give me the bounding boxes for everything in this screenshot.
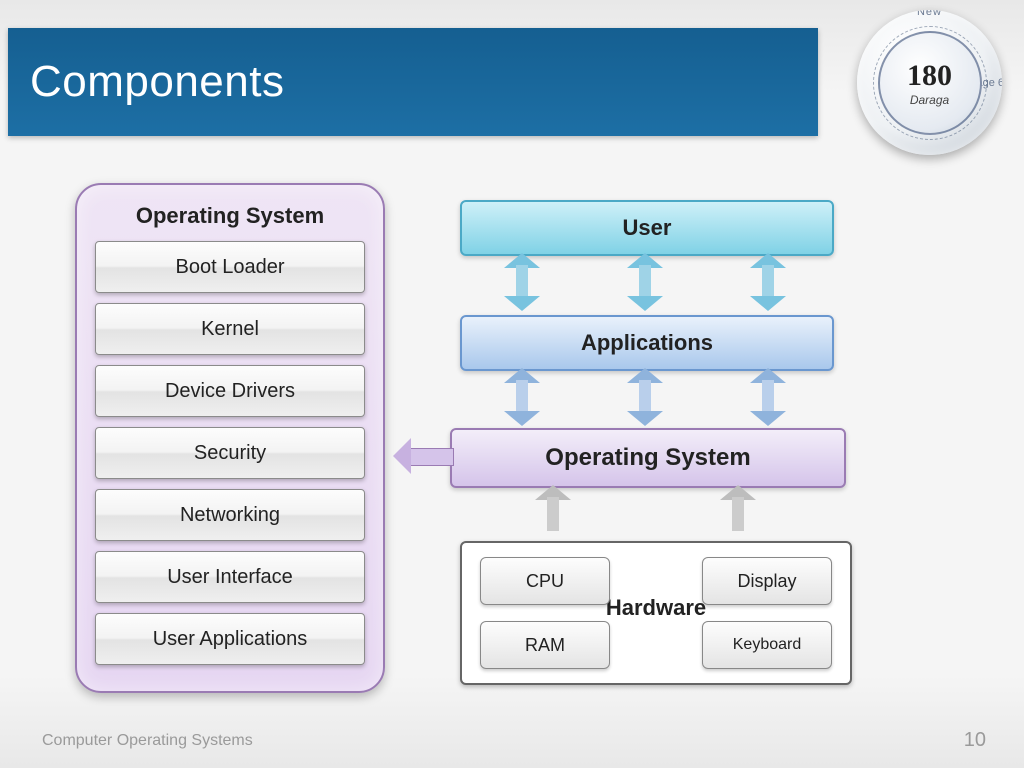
os-item-user-applications: User Applications <box>95 613 365 665</box>
os-item-user-interface: User Interface <box>95 551 365 603</box>
os-panel-heading: Operating System <box>91 203 369 229</box>
slide-number: 10 <box>964 729 986 752</box>
hw-ram: RAM <box>480 621 610 669</box>
bi-arrow-icon <box>750 368 786 426</box>
logo-number: 180 <box>907 59 952 93</box>
hardware-panel: Hardware CPU Display RAM Keyboard <box>460 541 852 685</box>
bi-arrow-icon <box>504 253 540 311</box>
bi-arrow-icon <box>750 253 786 311</box>
layer-operating-system: Operating System <box>450 428 846 488</box>
hw-cpu: CPU <box>480 557 610 605</box>
up-arrow-icon <box>720 485 756 540</box>
slide-title: Components <box>30 57 284 107</box>
up-arrow-icon <box>535 485 571 540</box>
bi-arrow-icon <box>627 368 663 426</box>
hw-keyboard: Keyboard <box>702 621 832 669</box>
footer-subject: Computer Operating Systems <box>42 732 253 750</box>
arrows-os-hardware <box>460 485 830 540</box>
os-item-device-drivers: Device Drivers <box>95 365 365 417</box>
os-components-panel: Operating System Boot Loader Kernel Devi… <box>75 183 385 693</box>
logo-inner: 180 Daraga <box>878 31 982 135</box>
layer-user: User <box>460 200 834 256</box>
arrows-user-apps <box>460 253 830 311</box>
os-link-arrow-icon <box>393 438 453 474</box>
os-item-kernel: Kernel <box>95 303 365 355</box>
bi-arrow-icon <box>504 368 540 426</box>
logo-badge: New Stage 6 180 Daraga <box>857 10 1002 155</box>
arrows-apps-os <box>460 368 830 426</box>
hw-display: Display <box>702 557 832 605</box>
logo-arc-top: New <box>917 10 942 18</box>
os-item-networking: Networking <box>95 489 365 541</box>
os-item-security: Security <box>95 427 365 479</box>
layer-applications: Applications <box>460 315 834 371</box>
bi-arrow-icon <box>627 253 663 311</box>
title-bar: Components <box>8 28 818 136</box>
logo-subtitle: Daraga <box>910 93 949 107</box>
os-item-boot-loader: Boot Loader <box>95 241 365 293</box>
